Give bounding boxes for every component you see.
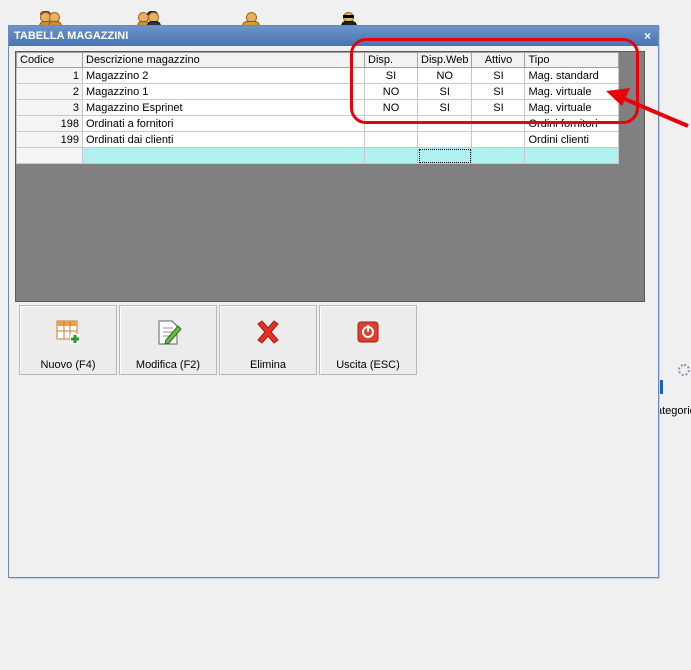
desktop-gear-icon[interactable] bbox=[678, 364, 690, 376]
cell-descrizione[interactable]: Magazzino 2 bbox=[82, 67, 365, 84]
new-record-icon bbox=[56, 320, 80, 344]
nuovo-button-label: Nuovo (F4) bbox=[40, 359, 96, 371]
cell-codice[interactable]: 199 bbox=[16, 131, 83, 148]
edit-document-icon bbox=[158, 320, 182, 345]
cell-disp[interactable] bbox=[364, 131, 418, 148]
cell-descrizione[interactable]: Ordinati a fornitori bbox=[82, 115, 365, 132]
desktop-categorie-label[interactable]: ategorie bbox=[656, 405, 691, 417]
uscita-button[interactable]: Uscita (ESC) bbox=[319, 305, 417, 375]
cell-attivo[interactable] bbox=[471, 147, 526, 164]
table-row[interactable]: 199 Ordinati dai clienti Ordini clienti bbox=[16, 131, 620, 148]
cell-descrizione[interactable]: Magazzino 1 bbox=[82, 83, 365, 100]
modifica-button-label: Modifica (F2) bbox=[135, 359, 201, 371]
column-header-codice[interactable]: Codice bbox=[16, 52, 83, 68]
column-header-descrizione[interactable]: Descrizione magazzino bbox=[82, 52, 365, 68]
cell-codice[interactable]: 3 bbox=[16, 99, 83, 116]
cell-tipo[interactable] bbox=[524, 147, 620, 164]
annotation-arrow-icon bbox=[606, 88, 689, 128]
cell-disp-web[interactable] bbox=[416, 131, 473, 148]
close-icon[interactable]: × bbox=[644, 26, 651, 46]
uscita-button-label: Uscita (ESC) bbox=[336, 359, 400, 371]
new-record-row[interactable] bbox=[16, 147, 620, 164]
cell-codice[interactable]: 2 bbox=[16, 83, 83, 100]
cell-descrizione[interactable]: Magazzino Esprinet bbox=[82, 99, 365, 116]
modifica-button[interactable]: Modifica (F2) bbox=[119, 305, 217, 375]
nuovo-button[interactable]: Nuovo (F4) bbox=[19, 305, 117, 375]
cell-attivo[interactable] bbox=[471, 131, 526, 148]
cell-descrizione[interactable] bbox=[82, 147, 365, 164]
cell-codice[interactable] bbox=[16, 147, 83, 164]
cell-disp-web[interactable] bbox=[416, 147, 473, 164]
cell-descrizione[interactable]: Ordinati dai clienti bbox=[82, 131, 365, 148]
elimina-button[interactable]: Elimina bbox=[219, 305, 317, 375]
power-icon bbox=[357, 321, 379, 343]
cell-codice[interactable]: 1 bbox=[16, 67, 83, 84]
elimina-button-label: Elimina bbox=[249, 359, 287, 371]
cell-disp[interactable] bbox=[364, 147, 418, 164]
window-title: TABELLA MAGAZZINI bbox=[14, 30, 129, 42]
delete-x-icon bbox=[257, 320, 279, 344]
cell-codice[interactable]: 198 bbox=[16, 115, 83, 132]
highlight-callout bbox=[350, 38, 639, 124]
